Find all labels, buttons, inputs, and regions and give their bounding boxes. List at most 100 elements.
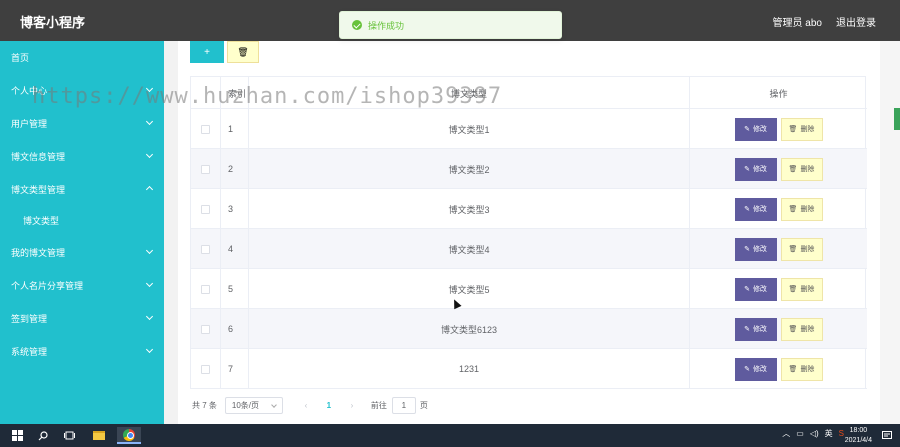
volume-icon[interactable]: ◁): [810, 429, 819, 438]
row-index: 3: [221, 189, 249, 229]
windows-start-icon[interactable]: [8, 427, 26, 444]
app-title: 博客小程序: [20, 15, 86, 30]
chrome-icon[interactable]: [117, 427, 141, 444]
clock-date: 2021/4/4: [844, 437, 872, 444]
pencil-icon: ✎: [744, 126, 750, 133]
chevron-up-icon[interactable]: ︿: [782, 428, 790, 439]
chevron-down-icon: [145, 117, 154, 126]
sidebar-item-blog-type-mgmt[interactable]: 博文类型管理: [0, 174, 164, 204]
pencil-icon: ✎: [744, 206, 750, 213]
search-icon[interactable]: [34, 427, 52, 444]
delete-button[interactable]: 🗑 删除: [780, 117, 823, 141]
scrollbar-track[interactable]: [880, 41, 900, 424]
sidebar-item-card-share[interactable]: 个人名片分享管理: [0, 270, 164, 300]
table-row: 6 博文类型6123 ✎ 修改 🗑 删除: [191, 309, 867, 349]
edit-button[interactable]: ✎ 修改: [734, 357, 777, 381]
edit-label: 修改: [752, 126, 767, 133]
windows-taskbar: ︿ ▭ ◁) 英 S 18:00 2021/4/4: [0, 424, 900, 447]
table-row: 3 博文类型3 ✎ 修改 🗑 删除: [191, 189, 867, 229]
row-checkbox[interactable]: [201, 244, 210, 254]
scrollbar-thumb[interactable]: [894, 108, 900, 130]
trash-icon: 🗑: [788, 246, 798, 253]
goto-suffix: 页: [419, 400, 428, 410]
delete-button[interactable]: 🗑 删除: [780, 157, 823, 181]
delete-button[interactable]: 🗑 删除: [780, 357, 823, 381]
row-index: 5: [221, 269, 249, 309]
delete-button[interactable]: 🗑 删除: [780, 237, 823, 261]
delete-button[interactable]: 🗑 删除: [780, 277, 823, 301]
delete-label: 删除: [800, 206, 815, 213]
row-name: 博文类型3: [249, 189, 690, 229]
row-checkbox[interactable]: [201, 164, 210, 174]
current-user-label[interactable]: 管理员 abo: [773, 14, 822, 29]
sidebar-item-label: 个人名片分享管理: [11, 280, 84, 291]
row-checkbox[interactable]: [201, 364, 210, 374]
trash-icon: 🗑: [237, 46, 249, 57]
sidebar-item-label: 博文类型管理: [11, 184, 66, 195]
header-name: 博文类型: [249, 77, 690, 109]
battery-icon[interactable]: ▭: [796, 429, 804, 438]
toast-message: 操作成功: [368, 20, 405, 31]
delete-button[interactable]: 🗑 删除: [780, 317, 823, 341]
sidebar-item-label: 签到管理: [11, 313, 48, 324]
add-button[interactable]: +: [190, 41, 224, 63]
row-checkbox[interactable]: [201, 284, 210, 294]
page-size-select[interactable]: 10条/页: [224, 396, 283, 414]
goto-label: 前往: [370, 400, 387, 410]
row-checkbox[interactable]: [201, 124, 210, 134]
row-checkbox[interactable]: [201, 324, 210, 334]
edit-button[interactable]: ✎ 修改: [734, 237, 777, 261]
delete-label: 删除: [800, 246, 815, 253]
chevron-down-icon: [145, 279, 154, 288]
next-page-button[interactable]: ›: [341, 401, 363, 410]
task-view-icon[interactable]: [60, 427, 78, 444]
row-index: 4: [221, 229, 249, 269]
edit-button[interactable]: ✎ 修改: [734, 277, 777, 301]
edit-button[interactable]: ✎ 修改: [734, 117, 777, 141]
sidebar-item-label: 博文信息管理: [11, 151, 66, 162]
pencil-icon: ✎: [744, 166, 750, 173]
notification-icon[interactable]: [878, 427, 896, 444]
sidebar-item-profile[interactable]: 个人中心: [0, 75, 164, 105]
sidebar-item-label: 首页: [11, 52, 30, 63]
trash-icon: 🗑: [788, 366, 798, 373]
edit-button[interactable]: ✎ 修改: [734, 157, 777, 181]
batch-delete-button[interactable]: 🗑: [227, 41, 259, 63]
edit-label: 修改: [752, 326, 767, 333]
table-row: 5 博文类型5 ✎ 修改 🗑 删除: [191, 269, 867, 309]
table-header-row: 索引 博文类型 操作: [191, 77, 867, 109]
delete-button[interactable]: 🗑 删除: [780, 197, 823, 221]
sidebar-item-label: 用户管理: [11, 118, 48, 129]
app-tray-icon[interactable]: S: [839, 429, 844, 438]
pencil-icon: ✎: [744, 326, 750, 333]
taskbar-clock[interactable]: 18:00 2021/4/4: [845, 426, 872, 446]
sidebar-item-users[interactable]: 用户管理: [0, 108, 164, 138]
row-name: 博文类型5: [249, 269, 690, 309]
sidebar-item-system[interactable]: 系统管理: [0, 336, 164, 366]
sidebar-item-home[interactable]: 首页: [0, 42, 164, 72]
row-checkbox[interactable]: [201, 204, 210, 214]
table-row: 1 博文类型1 ✎ 修改 🗑 删除: [191, 109, 867, 149]
check-circle-icon: [352, 20, 362, 30]
chevron-down-icon: [145, 84, 154, 93]
logout-link[interactable]: 退出登录: [836, 14, 876, 29]
page-number-current[interactable]: 1: [317, 401, 341, 410]
chevron-down-icon: [271, 401, 277, 408]
sidebar-item-checkin[interactable]: 签到管理: [0, 303, 164, 333]
edit-label: 修改: [752, 366, 767, 373]
edit-button[interactable]: ✎ 修改: [734, 317, 777, 341]
edit-button[interactable]: ✎ 修改: [734, 197, 777, 221]
file-explorer-icon[interactable]: [90, 427, 108, 444]
prev-page-button[interactable]: ‹: [295, 401, 317, 410]
sidebar-item-my-blogs[interactable]: 我的博文管理: [0, 237, 164, 267]
goto-page-input[interactable]: [391, 396, 416, 414]
chevron-down-icon: [145, 345, 154, 354]
input-method-indicator[interactable]: 英: [825, 428, 833, 439]
sidebar-item-blog-info[interactable]: 博文信息管理: [0, 141, 164, 171]
trash-icon: 🗑: [788, 286, 798, 293]
delete-label: 删除: [800, 126, 815, 133]
blog-type-table: 索引 博文类型 操作 1 博文类型1 ✎ 修改 🗑 删除 2 博文类型2 ✎ 修改 🗑 删除 3 博文类型…: [190, 76, 867, 389]
clock-time: 18:00: [849, 427, 868, 434]
sidebar-subitem-blog-type[interactable]: 博文类型: [0, 205, 164, 235]
row-name: 博文类型1: [249, 109, 690, 149]
